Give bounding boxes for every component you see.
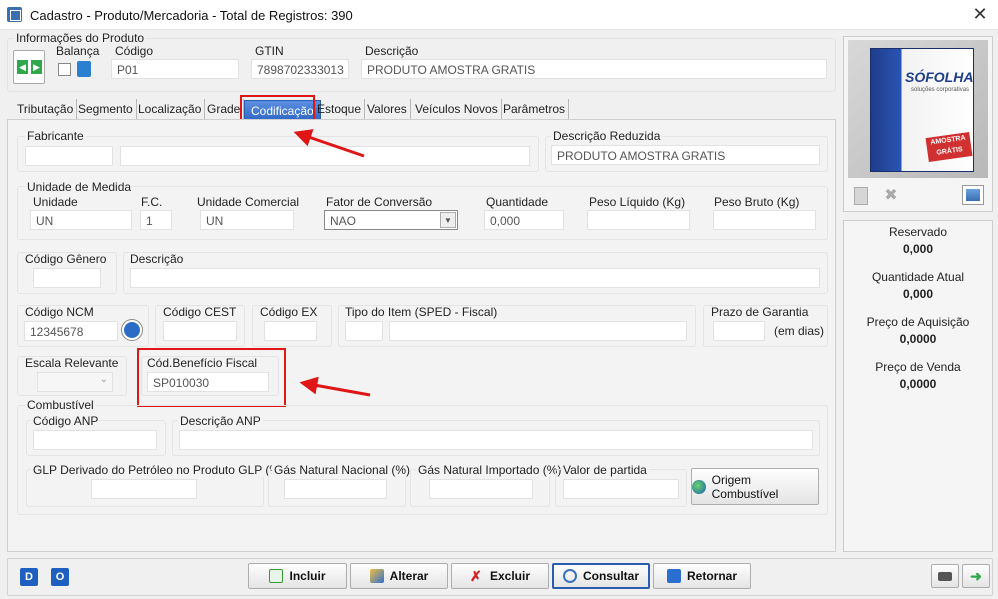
search-icon: [562, 569, 577, 583]
qtd-atual-label: Quantidade Atual: [871, 270, 965, 284]
d-button[interactable]: D: [20, 568, 38, 586]
exit-button[interactable]: ➜: [962, 564, 990, 588]
retornar-button[interactable]: Retornar: [653, 563, 751, 589]
reservado-value: 0,000: [902, 242, 934, 256]
incluir-button[interactable]: Incluir: [248, 563, 347, 589]
edit-icon: [369, 569, 384, 583]
retornar-label: Retornar: [686, 569, 737, 583]
consultar-button[interactable]: Consultar: [552, 563, 650, 589]
incluir-label: Incluir: [289, 569, 326, 583]
product-tagline: soluções corporativas: [911, 87, 970, 93]
product-image: SÓFOLHA soluções corporativas AMOSTRA GR…: [848, 40, 988, 178]
arrow-right-icon: ➜: [970, 567, 982, 584]
excluir-label: Excluir: [489, 569, 531, 583]
product-brand: SÓFOLHA: [905, 69, 974, 85]
reservado-label: Reservado: [888, 225, 948, 239]
o-button[interactable]: O: [51, 568, 69, 586]
alterar-label: Alterar: [389, 569, 429, 583]
new-image-icon[interactable]: [854, 187, 868, 205]
return-icon: [666, 569, 681, 583]
delete-icon: ✗: [469, 568, 482, 584]
preco-aquisicao-value: 0,0000: [899, 332, 937, 346]
alterar-button[interactable]: Alterar: [350, 563, 448, 589]
product-box: SÓFOLHA soluções corporativas AMOSTRA GR…: [870, 48, 974, 172]
calculator-button[interactable]: [931, 564, 959, 588]
arrow-to-beneficio: [299, 376, 371, 397]
arrow-to-tab: [293, 129, 365, 158]
amostra-gratis-stamp: AMOSTRA GRÁTIS: [925, 132, 973, 162]
preco-aquisicao-label: Preço de Aquisição: [866, 315, 970, 329]
delete-image-icon[interactable]: ✖: [882, 187, 900, 205]
preco-venda-label: Preço de Venda: [875, 360, 961, 374]
calculator-icon: [938, 571, 952, 581]
qtd-atual-value: 0,000: [902, 287, 934, 301]
preco-venda-value: 0,0000: [899, 377, 937, 391]
excluir-button[interactable]: ✗ Excluir: [451, 563, 549, 589]
view-image-icon[interactable]: [962, 185, 984, 205]
consultar-label: Consultar: [582, 569, 639, 583]
add-icon: [269, 569, 284, 583]
